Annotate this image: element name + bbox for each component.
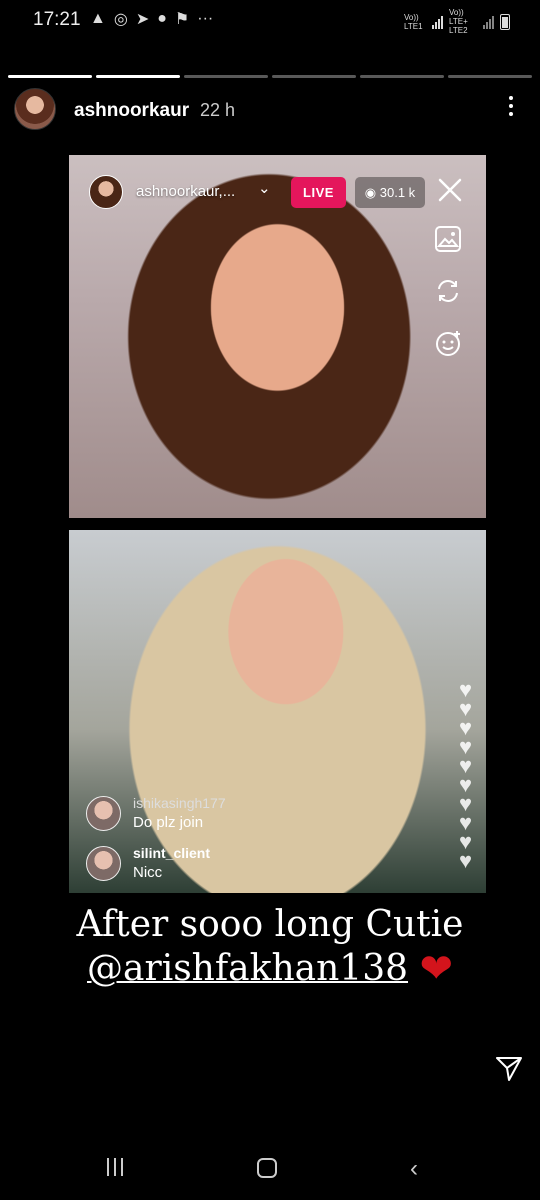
live-video-guest: ishikasingh177 Do plz join silint_client… (69, 530, 486, 893)
comment-username[interactable]: silint_client (133, 845, 210, 861)
comment-username[interactable]: ishikasingh177 (133, 795, 226, 811)
floating-hearts: ♥ ♥ ♥ ♥ ♥ ♥ ♥ ♥ ♥ ♥ (458, 679, 472, 873)
battery-icon (500, 13, 510, 30)
progress-segment (360, 75, 444, 78)
sim2-label: Vo)) LTE+ LTE2 (449, 8, 468, 35)
progress-segment (96, 75, 180, 78)
story-username[interactable]: ashnoorkaur (74, 100, 189, 122)
heart-icon: ♥ (458, 848, 472, 873)
live-host-name[interactable]: ashnoorkaur,... (136, 183, 235, 200)
telegram-icon: ➤ (135, 11, 150, 28)
chevron-down-icon[interactable]: ⌄ (258, 179, 271, 197)
comment-text: Do plz join (133, 814, 204, 831)
system-status: Vo)) LTE1 Vo)) LTE+ LTE2 (404, 8, 510, 35)
comment-text: Nicc (133, 864, 163, 881)
live-side-controls (434, 225, 462, 357)
home-button[interactable] (257, 1158, 277, 1178)
list-item: ishikasingh177 Do plz join (86, 795, 226, 831)
status-bar: 17:21 ▲ ◎ ➤ ● ⚑ ··· Vo)) LTE1 Vo)) LTE+ … (0, 0, 540, 42)
recents-button[interactable] (107, 1158, 123, 1176)
system-nav-bar: ‹ (0, 1136, 540, 1200)
progress-segment (184, 75, 268, 78)
effects-face-icon[interactable] (434, 329, 462, 357)
sim1-label: Vo)) LTE1 (404, 12, 423, 31)
warning-icon: ▲ (90, 10, 106, 27)
eye-icon: ◉ (364, 185, 377, 200)
story-time-ago: 22 h (200, 100, 236, 120)
more-notifications-icon: ··· (197, 10, 214, 27)
whatsapp-icon: ◎ (113, 11, 128, 28)
switch-camera-icon[interactable] (434, 277, 462, 305)
story-progress-bar (8, 75, 532, 78)
list-item: silint_client Nicc (86, 845, 210, 881)
progress-segment (272, 75, 356, 78)
viewer-count-label: 30.1 k (379, 185, 416, 200)
story-caption: After sooo long Cutie @arishfakhan138 ❤ (0, 903, 540, 991)
signal-icon (483, 15, 494, 29)
back-button[interactable]: ‹ (410, 1155, 418, 1183)
gallery-icon[interactable] (434, 225, 462, 253)
notification-icons: ▲ ◎ ➤ ● ⚑ ··· (90, 9, 213, 29)
signal-icon (432, 15, 443, 29)
flag-icon: ⚑ (174, 11, 190, 28)
more-options-icon[interactable] (506, 96, 516, 116)
avatar[interactable] (86, 845, 121, 881)
clock: 17:21 (33, 9, 81, 30)
app-icon: ● (157, 10, 167, 27)
avatar[interactable] (89, 175, 123, 209)
caption-line: After sooo long Cutie (76, 904, 464, 945)
avatar[interactable] (14, 88, 56, 130)
send-icon[interactable] (494, 1054, 524, 1084)
live-video-host: ashnoorkaur,... ⌄ LIVE ◉ 30.1 k (69, 155, 486, 518)
story-header: ashnoorkaur 22 h (14, 88, 526, 132)
progress-segment (448, 75, 532, 78)
mention-link[interactable]: @arishfakhan138 (87, 948, 408, 989)
avatar[interactable] (86, 795, 121, 831)
live-badge: LIVE (291, 177, 346, 208)
heart-icon: ❤ (419, 946, 453, 992)
progress-segment (8, 75, 92, 78)
viewer-count[interactable]: ◉ 30.1 k (355, 177, 425, 208)
close-icon[interactable] (437, 177, 463, 203)
